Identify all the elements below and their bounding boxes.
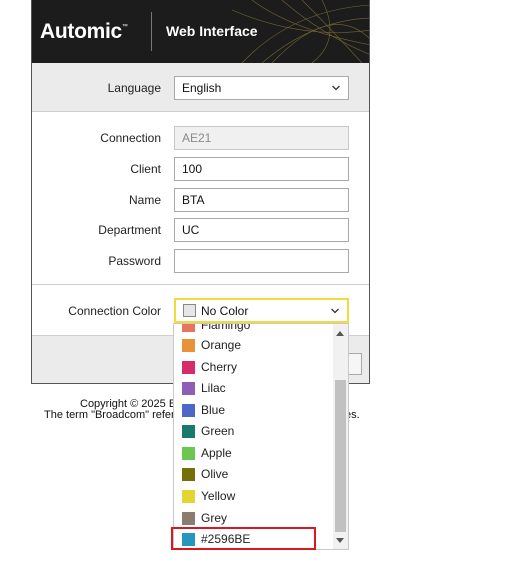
scroll-up-arrow-icon[interactable] bbox=[336, 331, 344, 336]
department-label: Department bbox=[98, 223, 161, 237]
color-option-apple[interactable]: Apple bbox=[174, 443, 334, 464]
password-label: Password bbox=[108, 254, 161, 268]
dialog-header: Automic™ Web Interface bbox=[32, 0, 369, 63]
color-option-label: Cherry bbox=[201, 360, 238, 374]
language-select[interactable]: English bbox=[174, 76, 349, 100]
color-option-label: Blue bbox=[201, 403, 226, 417]
color-option-label: Grey bbox=[201, 511, 228, 525]
language-label: Language bbox=[107, 81, 161, 95]
color-option-orange[interactable]: Orange bbox=[174, 335, 334, 356]
color-option-label: Orange bbox=[201, 338, 242, 352]
brand-logo: Automic™ bbox=[40, 20, 128, 43]
color-dropdown-list[interactable]: Flamingo Orange Cherry Lilac Blue Green … bbox=[173, 323, 349, 550]
apple-swatch bbox=[182, 447, 195, 460]
section-divider bbox=[32, 284, 369, 285]
password-field[interactable] bbox=[174, 249, 349, 273]
client-field[interactable]: 100 bbox=[174, 157, 349, 181]
color-option-label: Apple bbox=[201, 446, 232, 460]
client-label: Client bbox=[130, 162, 161, 176]
lilac-swatch bbox=[182, 382, 195, 395]
app-title: Web Interface bbox=[166, 23, 258, 39]
color-option-blue[interactable]: Blue bbox=[174, 400, 334, 421]
grey-swatch bbox=[182, 512, 195, 525]
connection-color-select[interactable]: No Color bbox=[174, 298, 349, 323]
color-option-yellow[interactable]: Yellow bbox=[174, 486, 334, 507]
color-option-olive[interactable]: Olive bbox=[174, 464, 334, 485]
selection-highlight bbox=[171, 527, 316, 550]
cherry-swatch bbox=[182, 361, 195, 374]
connection-color-label: Connection Color bbox=[68, 304, 161, 318]
blue-swatch bbox=[182, 404, 195, 417]
name-field[interactable]: BTA bbox=[174, 188, 349, 212]
connection-label: Connection bbox=[100, 131, 161, 145]
scrollbar-thumb[interactable] bbox=[335, 380, 346, 532]
header-divider bbox=[151, 12, 152, 51]
chevron-down-icon bbox=[331, 308, 339, 314]
login-button[interactable] bbox=[347, 353, 362, 375]
color-option-label: Green bbox=[201, 424, 235, 438]
orange-swatch bbox=[182, 339, 195, 352]
color-option-cherry[interactable]: Cherry bbox=[174, 357, 334, 378]
connection-field: AE21 bbox=[174, 126, 349, 150]
color-option-green[interactable]: Green bbox=[174, 421, 334, 442]
yellow-swatch bbox=[182, 490, 195, 503]
language-value: English bbox=[182, 81, 222, 95]
dropdown-scrollbar[interactable] bbox=[333, 324, 348, 549]
scroll-down-arrow-icon[interactable] bbox=[336, 538, 344, 543]
color-option-label: Olive bbox=[201, 467, 229, 481]
chevron-down-icon bbox=[332, 85, 340, 91]
flamingo-swatch bbox=[182, 324, 195, 332]
color-swatch bbox=[183, 304, 196, 317]
name-label: Name bbox=[128, 193, 161, 207]
trademark-line: The term "Broadcom" refers bbox=[44, 409, 179, 421]
color-option-lilac[interactable]: Lilac bbox=[174, 378, 334, 399]
connection-color-value: No Color bbox=[201, 304, 249, 318]
department-field[interactable]: UC bbox=[174, 218, 349, 242]
green-swatch bbox=[182, 425, 195, 438]
color-option-label: Yellow bbox=[201, 489, 236, 503]
color-option-label: Lilac bbox=[201, 381, 226, 395]
color-option-grey[interactable]: Grey bbox=[174, 508, 334, 529]
olive-swatch bbox=[182, 468, 195, 481]
